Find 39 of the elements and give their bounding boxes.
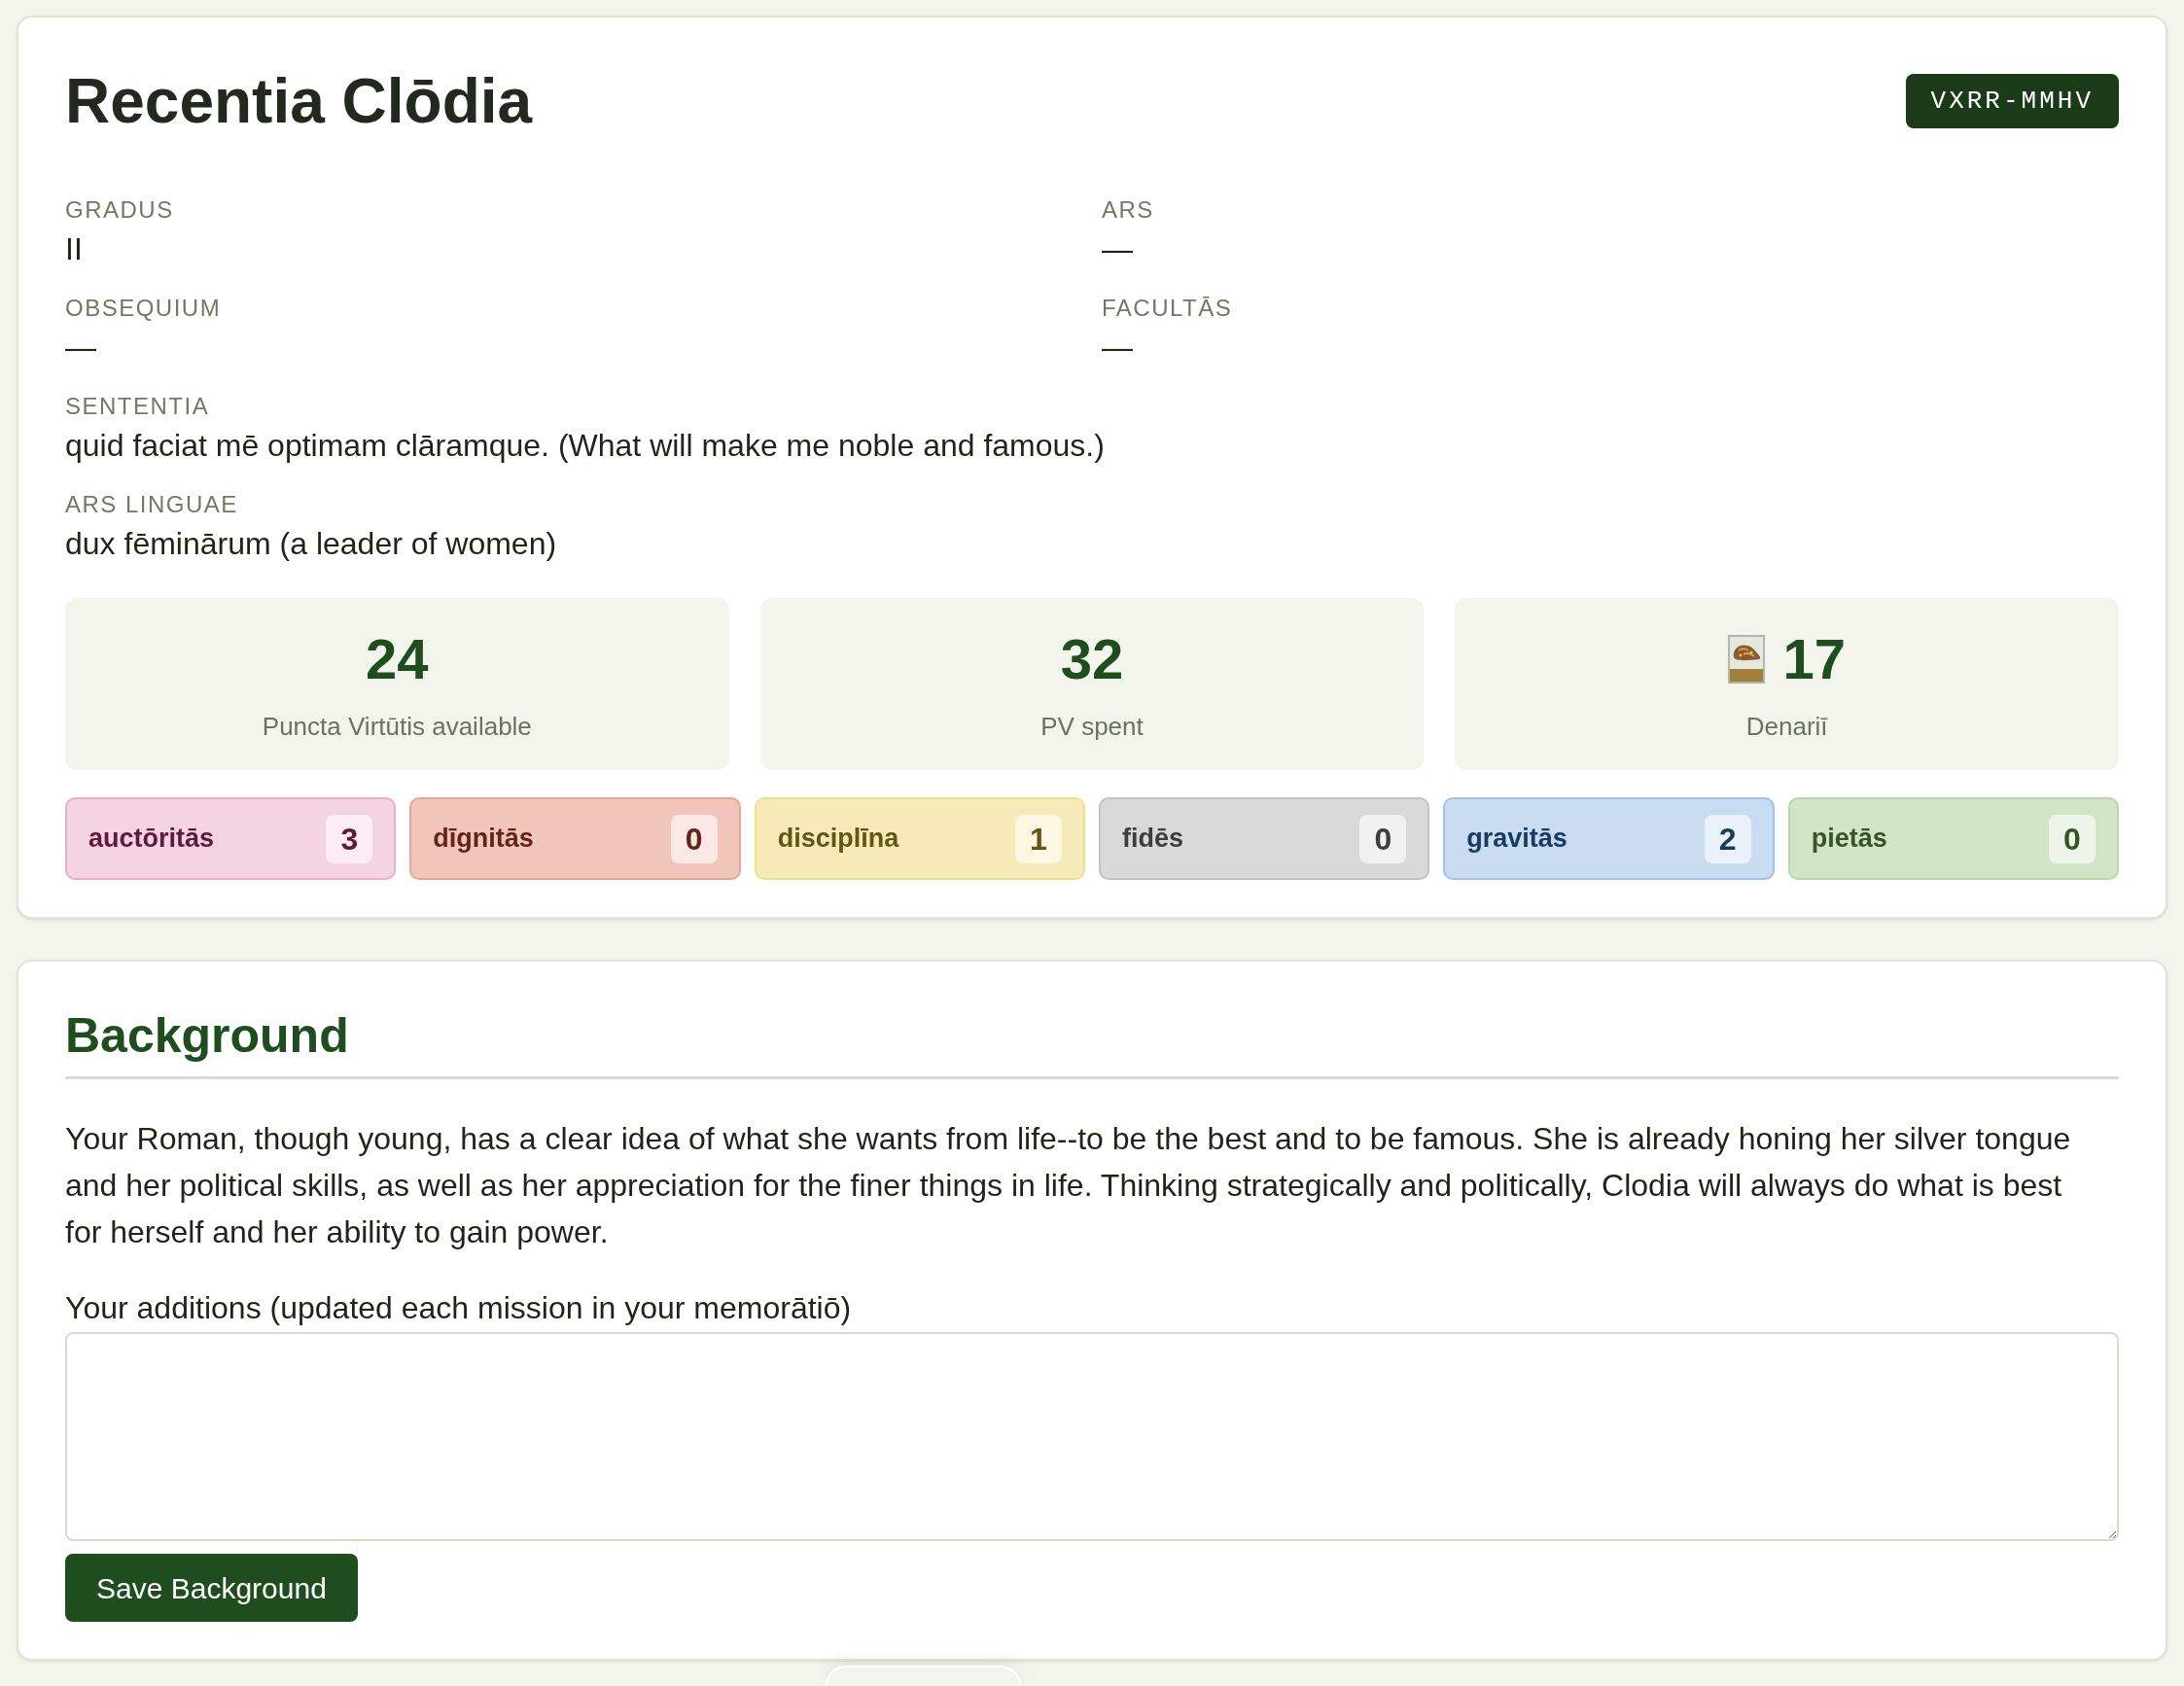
field-label: ARS LINGUAE (65, 490, 238, 519)
stat-value: 17 (1782, 626, 1846, 692)
stat-value: 24 (366, 626, 429, 692)
virtue-name: auctōritās (88, 823, 215, 856)
virtue-name: gravitās (1466, 823, 1568, 856)
background-text: Your Roman, though young, has a clear idea of what she wants from life--to be the best and to be famous. She is already honing her silver tongue and her political skills, as well as her appreciation for the finer things in life. Thinking strategically and politically, Clodia will always do what is best for herself and her ability to gain power. (65, 1120, 2072, 1251)
field-value: — (1102, 230, 1133, 268)
field-value: quid faciat mē optimam clāramque. (What will make me noble and famous.) (65, 427, 1105, 465)
virtue-score: 1 (1015, 814, 1062, 863)
field-value: II (65, 230, 83, 268)
virtue-score: 0 (670, 814, 718, 863)
money-pouch-icon (1728, 635, 1766, 684)
section-heading: Background (65, 1006, 2119, 1079)
additions-label: Your additions (updated each mission in your memorātiō) (65, 1289, 852, 1327)
virtue-name: fidēs (1122, 823, 1184, 856)
field-value: — (65, 329, 96, 367)
field-value: — (1102, 329, 1133, 367)
virtue-name: dīgnitās (433, 823, 534, 856)
virtue-name: pietās (1811, 823, 1887, 856)
additions-field[interactable] (65, 1332, 2119, 1541)
virtue-score: 3 (326, 814, 373, 863)
field-label: OBSEQUIUM (65, 294, 222, 323)
save-button[interactable]: Save Background (65, 1554, 358, 1622)
field-value: dux fēminārum (a leader of women) (65, 525, 557, 563)
stat-label: Puncta Virtūtis available (262, 711, 532, 743)
field-label: FACULTĀS (1102, 294, 1233, 323)
floating-tab[interactable] (826, 1666, 1021, 1686)
virtue-score: 0 (1359, 814, 1407, 863)
stat-label: PV spent (1040, 711, 1144, 743)
field-label: SENTENTIA (65, 392, 210, 421)
stat-value: 32 (1060, 626, 1124, 692)
code-badge: VXRR-MMHV (1905, 74, 2119, 128)
character-name: Recentia Clōdia (65, 65, 533, 138)
virtue-score: 0 (2049, 814, 2096, 863)
field-label: ARS (1102, 195, 1154, 225)
field-label: GRADUS (65, 195, 174, 225)
stat-label: Denariī (1745, 711, 1828, 743)
virtue-score: 2 (1704, 814, 1751, 863)
virtue-name: disciplīna (777, 823, 899, 856)
